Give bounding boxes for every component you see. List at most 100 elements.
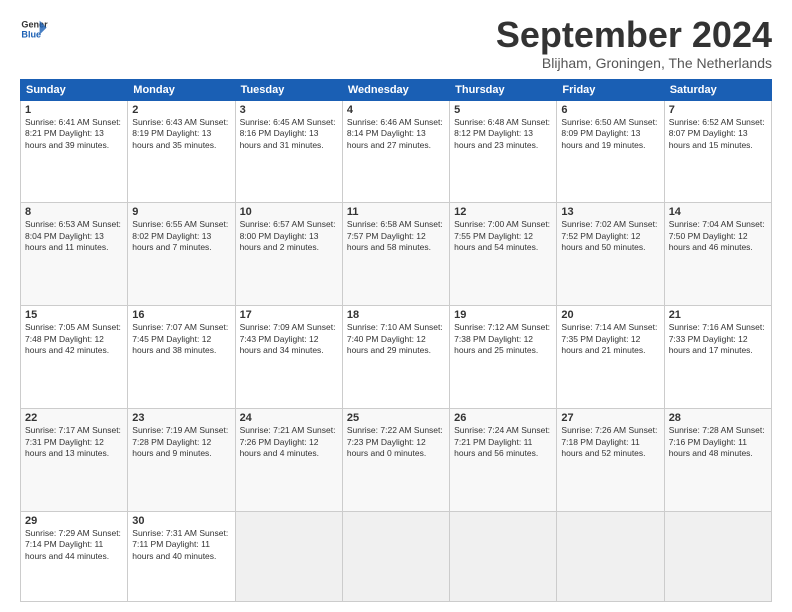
day-number: 21 (669, 309, 767, 321)
day-number: 27 (561, 412, 659, 424)
logo-icon: General Blue (20, 15, 48, 43)
day-number: 8 (25, 206, 123, 218)
day-number: 19 (454, 309, 552, 321)
day-number: 24 (240, 412, 338, 424)
day-number: 18 (347, 309, 445, 321)
table-cell: 25Sunrise: 7:22 AM Sunset: 7:23 PM Dayli… (342, 409, 449, 512)
table-cell: 30Sunrise: 7:31 AM Sunset: 7:11 PM Dayli… (128, 511, 235, 601)
table-cell (557, 511, 664, 601)
day-info: Sunrise: 7:04 AM Sunset: 7:50 PM Dayligh… (669, 219, 767, 253)
day-info: Sunrise: 6:41 AM Sunset: 8:21 PM Dayligh… (25, 117, 123, 151)
day-info: Sunrise: 7:22 AM Sunset: 7:23 PM Dayligh… (347, 425, 445, 459)
day-info: Sunrise: 6:48 AM Sunset: 8:12 PM Dayligh… (454, 117, 552, 151)
day-number: 11 (347, 206, 445, 218)
calendar-table: Sunday Monday Tuesday Wednesday Thursday… (20, 79, 772, 602)
day-info: Sunrise: 7:31 AM Sunset: 7:11 PM Dayligh… (132, 528, 230, 562)
table-cell: 11Sunrise: 6:58 AM Sunset: 7:57 PM Dayli… (342, 203, 449, 306)
table-cell: 22Sunrise: 7:17 AM Sunset: 7:31 PM Dayli… (21, 409, 128, 512)
col-tuesday: Tuesday (235, 79, 342, 100)
svg-text:Blue: Blue (21, 29, 41, 39)
day-number: 26 (454, 412, 552, 424)
table-cell: 1Sunrise: 6:41 AM Sunset: 8:21 PM Daylig… (21, 100, 128, 203)
table-cell: 21Sunrise: 7:16 AM Sunset: 7:33 PM Dayli… (664, 306, 771, 409)
table-cell: 5Sunrise: 6:48 AM Sunset: 8:12 PM Daylig… (450, 100, 557, 203)
table-cell: 10Sunrise: 6:57 AM Sunset: 8:00 PM Dayli… (235, 203, 342, 306)
logo: General Blue (20, 15, 48, 43)
table-cell: 29Sunrise: 7:29 AM Sunset: 7:14 PM Dayli… (21, 511, 128, 601)
day-number: 16 (132, 309, 230, 321)
day-number: 17 (240, 309, 338, 321)
day-info: Sunrise: 7:24 AM Sunset: 7:21 PM Dayligh… (454, 425, 552, 459)
day-info: Sunrise: 7:10 AM Sunset: 7:40 PM Dayligh… (347, 322, 445, 356)
table-cell (342, 511, 449, 601)
table-cell: 26Sunrise: 7:24 AM Sunset: 7:21 PM Dayli… (450, 409, 557, 512)
day-number: 1 (25, 104, 123, 116)
col-sunday: Sunday (21, 79, 128, 100)
table-cell (664, 511, 771, 601)
day-number: 4 (347, 104, 445, 116)
day-info: Sunrise: 6:57 AM Sunset: 8:00 PM Dayligh… (240, 219, 338, 253)
day-number: 22 (25, 412, 123, 424)
table-cell: 27Sunrise: 7:26 AM Sunset: 7:18 PM Dayli… (557, 409, 664, 512)
day-info: Sunrise: 6:45 AM Sunset: 8:16 PM Dayligh… (240, 117, 338, 151)
day-number: 14 (669, 206, 767, 218)
table-cell: 7Sunrise: 6:52 AM Sunset: 8:07 PM Daylig… (664, 100, 771, 203)
col-saturday: Saturday (664, 79, 771, 100)
day-info: Sunrise: 7:12 AM Sunset: 7:38 PM Dayligh… (454, 322, 552, 356)
table-cell: 15Sunrise: 7:05 AM Sunset: 7:48 PM Dayli… (21, 306, 128, 409)
table-cell: 16Sunrise: 7:07 AM Sunset: 7:45 PM Dayli… (128, 306, 235, 409)
table-cell (235, 511, 342, 601)
month-title: September 2024 (496, 15, 772, 55)
day-number: 30 (132, 515, 230, 527)
day-number: 13 (561, 206, 659, 218)
table-cell: 17Sunrise: 7:09 AM Sunset: 7:43 PM Dayli… (235, 306, 342, 409)
day-info: Sunrise: 7:02 AM Sunset: 7:52 PM Dayligh… (561, 219, 659, 253)
day-number: 5 (454, 104, 552, 116)
table-cell: 9Sunrise: 6:55 AM Sunset: 8:02 PM Daylig… (128, 203, 235, 306)
day-info: Sunrise: 7:16 AM Sunset: 7:33 PM Dayligh… (669, 322, 767, 356)
day-number: 15 (25, 309, 123, 321)
table-cell: 6Sunrise: 6:50 AM Sunset: 8:09 PM Daylig… (557, 100, 664, 203)
day-number: 28 (669, 412, 767, 424)
day-number: 25 (347, 412, 445, 424)
subtitle: Blijham, Groningen, The Netherlands (496, 55, 772, 71)
day-info: Sunrise: 6:43 AM Sunset: 8:19 PM Dayligh… (132, 117, 230, 151)
table-cell (450, 511, 557, 601)
table-cell: 24Sunrise: 7:21 AM Sunset: 7:26 PM Dayli… (235, 409, 342, 512)
day-info: Sunrise: 7:00 AM Sunset: 7:55 PM Dayligh… (454, 219, 552, 253)
day-number: 20 (561, 309, 659, 321)
day-number: 3 (240, 104, 338, 116)
header-row: Sunday Monday Tuesday Wednesday Thursday… (21, 79, 772, 100)
day-number: 29 (25, 515, 123, 527)
header: General Blue September 2024 Blijham, Gro… (20, 15, 772, 71)
title-block: September 2024 Blijham, Groningen, The N… (496, 15, 772, 71)
col-monday: Monday (128, 79, 235, 100)
table-cell: 2Sunrise: 6:43 AM Sunset: 8:19 PM Daylig… (128, 100, 235, 203)
day-info: Sunrise: 7:07 AM Sunset: 7:45 PM Dayligh… (132, 322, 230, 356)
day-info: Sunrise: 7:21 AM Sunset: 7:26 PM Dayligh… (240, 425, 338, 459)
page: General Blue September 2024 Blijham, Gro… (0, 0, 792, 612)
day-number: 6 (561, 104, 659, 116)
day-info: Sunrise: 6:46 AM Sunset: 8:14 PM Dayligh… (347, 117, 445, 151)
table-cell: 13Sunrise: 7:02 AM Sunset: 7:52 PM Dayli… (557, 203, 664, 306)
table-cell: 19Sunrise: 7:12 AM Sunset: 7:38 PM Dayli… (450, 306, 557, 409)
col-friday: Friday (557, 79, 664, 100)
table-cell: 4Sunrise: 6:46 AM Sunset: 8:14 PM Daylig… (342, 100, 449, 203)
col-wednesday: Wednesday (342, 79, 449, 100)
day-info: Sunrise: 6:52 AM Sunset: 8:07 PM Dayligh… (669, 117, 767, 151)
table-cell: 12Sunrise: 7:00 AM Sunset: 7:55 PM Dayli… (450, 203, 557, 306)
table-cell: 28Sunrise: 7:28 AM Sunset: 7:16 PM Dayli… (664, 409, 771, 512)
day-number: 23 (132, 412, 230, 424)
table-cell: 18Sunrise: 7:10 AM Sunset: 7:40 PM Dayli… (342, 306, 449, 409)
day-info: Sunrise: 6:55 AM Sunset: 8:02 PM Dayligh… (132, 219, 230, 253)
day-info: Sunrise: 7:14 AM Sunset: 7:35 PM Dayligh… (561, 322, 659, 356)
day-number: 12 (454, 206, 552, 218)
day-info: Sunrise: 6:50 AM Sunset: 8:09 PM Dayligh… (561, 117, 659, 151)
table-cell: 8Sunrise: 6:53 AM Sunset: 8:04 PM Daylig… (21, 203, 128, 306)
day-info: Sunrise: 7:19 AM Sunset: 7:28 PM Dayligh… (132, 425, 230, 459)
table-cell: 14Sunrise: 7:04 AM Sunset: 7:50 PM Dayli… (664, 203, 771, 306)
day-info: Sunrise: 7:29 AM Sunset: 7:14 PM Dayligh… (25, 528, 123, 562)
day-info: Sunrise: 7:05 AM Sunset: 7:48 PM Dayligh… (25, 322, 123, 356)
table-cell: 23Sunrise: 7:19 AM Sunset: 7:28 PM Dayli… (128, 409, 235, 512)
day-number: 7 (669, 104, 767, 116)
